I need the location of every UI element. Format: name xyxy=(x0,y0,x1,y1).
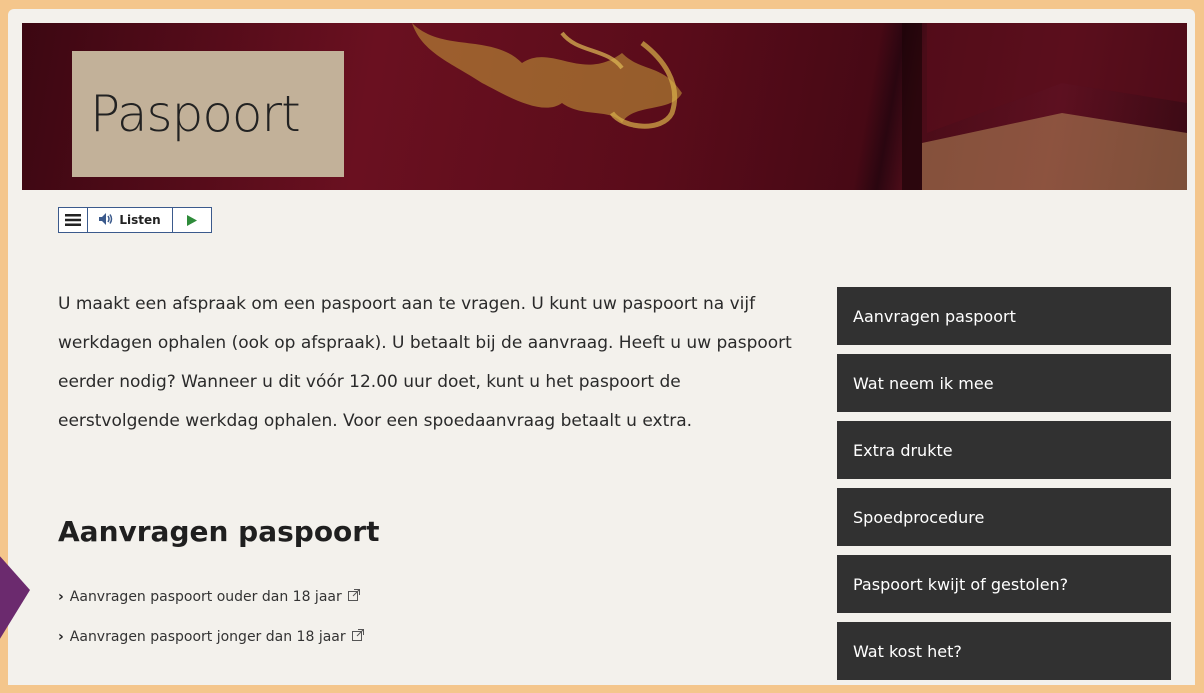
chevron-right-icon: › xyxy=(58,589,64,605)
sidenav-item-extra-drukte[interactable]: Extra drukte xyxy=(837,421,1171,479)
page-title-box: Paspoort xyxy=(72,51,344,177)
link-passport-under-18[interactable]: › Aanvragen paspoort jonger dan 18 jaar xyxy=(58,617,364,657)
link-passport-over-18[interactable]: › Aanvragen paspoort ouder dan 18 jaar xyxy=(58,577,364,617)
highlight-arrow-icon xyxy=(0,556,30,639)
sidenav-item-wat-kost-het[interactable]: Wat kost het? xyxy=(837,622,1171,680)
external-link-icon xyxy=(351,629,364,645)
page-title: Paspoort xyxy=(90,85,301,143)
speaker-icon xyxy=(99,212,115,228)
link-label: Aanvragen paspoort jonger dan 18 jaar xyxy=(69,629,346,645)
page-frame: Paspoort Listen U maakt een afspraak om … xyxy=(8,9,1195,685)
sidenav-item-aanvragen-paspoort[interactable]: Aanvragen paspoort xyxy=(837,287,1171,345)
menu-icon[interactable] xyxy=(59,208,88,232)
listen-button[interactable]: Listen xyxy=(88,208,173,232)
readspeaker-toolbar: Listen xyxy=(58,207,212,233)
external-link-icon xyxy=(347,589,360,605)
sidenav-item-wat-neem-ik-mee[interactable]: Wat neem ik mee xyxy=(837,354,1171,412)
listen-label: Listen xyxy=(119,213,161,227)
link-label: Aanvragen paspoort ouder dan 18 jaar xyxy=(69,589,342,605)
sidenav-item-kwijt-of-gestolen[interactable]: Paspoort kwijt of gestolen? xyxy=(837,555,1171,613)
side-navigation: Aanvragen paspoort Wat neem ik mee Extra… xyxy=(837,287,1171,685)
play-icon[interactable] xyxy=(173,208,211,232)
request-links-list: › Aanvragen paspoort ouder dan 18 jaar ›… xyxy=(58,577,364,657)
section-heading: Aanvragen paspoort xyxy=(58,515,380,548)
sidenav-item-spoedprocedure[interactable]: Spoedprocedure xyxy=(837,488,1171,546)
intro-paragraph: U maakt een afspraak om een paspoort aan… xyxy=(58,294,792,431)
hero-banner: Paspoort xyxy=(22,23,1187,190)
chevron-right-icon: › xyxy=(58,629,64,645)
